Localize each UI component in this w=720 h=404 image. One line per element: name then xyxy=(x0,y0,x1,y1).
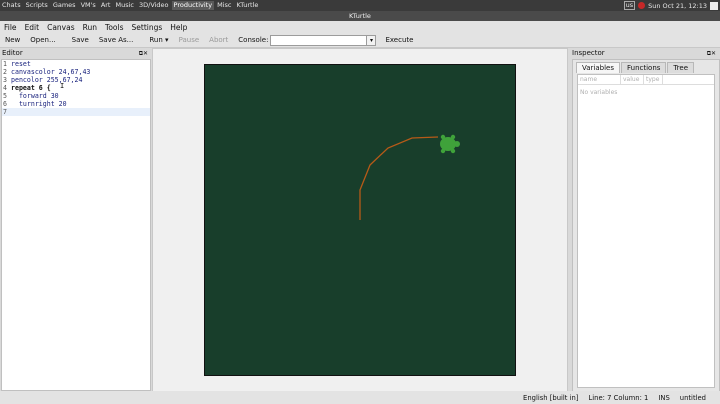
tab-functions[interactable]: Functions xyxy=(621,62,667,73)
new-button[interactable]: New xyxy=(0,36,25,44)
window-close-icon[interactable] xyxy=(710,1,718,10)
status-language[interactable]: English [built in] xyxy=(523,394,578,402)
window-title-bar[interactable]: KTurtle xyxy=(0,11,720,21)
editor-dock-header: Editor ⧉✕ xyxy=(0,48,150,58)
code-text: forward 30 xyxy=(11,92,59,100)
save-button[interactable]: Save xyxy=(67,36,94,44)
menu-help[interactable]: Help xyxy=(166,23,191,32)
code-line: 5 forward 30 xyxy=(2,92,150,100)
pause-button[interactable]: Pause xyxy=(174,36,205,44)
status-position: Line: 7 Column: 1 xyxy=(588,393,649,402)
column-header-type[interactable]: type xyxy=(644,75,663,84)
line-number: 3 xyxy=(3,76,7,84)
save-as-button[interactable]: Save As... xyxy=(94,36,139,44)
run-button[interactable]: Run ▾ xyxy=(144,36,173,44)
code-line: 2 canvascolor 24,67,43 xyxy=(2,68,150,76)
abort-button[interactable]: Abort xyxy=(204,36,233,44)
console-input[interactable] xyxy=(270,34,368,46)
menu-run[interactable]: Run xyxy=(79,23,101,32)
toolbar: New Open... Save Save As... Run ▾ Pause … xyxy=(0,33,720,48)
column-header-value[interactable]: value xyxy=(621,75,644,84)
variables-table[interactable]: name value type No variables xyxy=(577,74,715,388)
canvas-drawing xyxy=(359,134,460,220)
system-menu-bar: Chats Scripts Games VM's Art Music 3D/Vi… xyxy=(0,1,261,10)
menu-edit[interactable]: Edit xyxy=(21,23,44,32)
inspector-tabs: Variables Functions Tree xyxy=(576,62,695,73)
pen-trail xyxy=(359,136,439,220)
code-text: turnright 20 xyxy=(11,100,67,108)
menu-settings[interactable]: Settings xyxy=(128,23,167,32)
column-header-name[interactable]: name xyxy=(578,75,621,84)
sys-menu-art[interactable]: Art xyxy=(99,1,113,10)
open-button[interactable]: Open... xyxy=(25,36,60,44)
sys-menu-scripts[interactable]: Scripts xyxy=(24,1,50,10)
tab-tree[interactable]: Tree xyxy=(667,62,695,73)
dock-controls-icon[interactable]: ⧉✕ xyxy=(139,49,148,59)
code-line: 4 repeat 6 { I xyxy=(2,82,150,92)
tab-variables[interactable]: Variables xyxy=(576,62,620,73)
turtle-canvas[interactable] xyxy=(204,64,516,376)
inspector-panel: Variables Functions Tree name value type… xyxy=(572,59,720,392)
sys-menu-productivity[interactable]: Productivity xyxy=(171,1,215,10)
system-tray: us Sun Oct 21, 12:13 xyxy=(623,0,718,11)
sys-menu-music[interactable]: Music xyxy=(113,1,136,10)
sys-menu-3dvideo[interactable]: 3D/Video xyxy=(137,1,171,10)
line-number: 2 xyxy=(3,68,7,76)
sys-menu-vms[interactable]: VM's xyxy=(79,1,98,10)
empty-state-text: No variables xyxy=(580,89,618,96)
menu-canvas[interactable]: Canvas xyxy=(43,23,79,32)
console-label: Console: xyxy=(238,36,269,44)
editor-title: Editor xyxy=(2,49,23,57)
sys-menu-misc[interactable]: Misc xyxy=(215,1,233,10)
line-number: 6 xyxy=(3,100,7,108)
turtle-icon xyxy=(440,134,460,154)
system-panel: Chats Scripts Games VM's Art Music 3D/Vi… xyxy=(0,0,720,11)
line-number: 4 xyxy=(3,84,7,92)
status-mode[interactable]: INS xyxy=(658,394,669,402)
text-cursor-icon: I xyxy=(60,82,65,90)
run-label: Run xyxy=(149,36,163,44)
line-number: 5 xyxy=(3,92,7,100)
execute-button[interactable]: Execute xyxy=(380,36,418,44)
menu-tools[interactable]: Tools xyxy=(101,23,127,32)
menu-bar: File Edit Canvas Run Tools Settings Help xyxy=(0,21,720,33)
inspector-title: Inspector xyxy=(572,49,605,57)
code-line: 3 pencolor 255,67,24 xyxy=(2,76,150,84)
sys-menu-chats[interactable]: Chats xyxy=(0,1,23,10)
code-text: reset xyxy=(11,60,31,68)
code-editor[interactable]: 1 reset 2 canvascolor 24,67,43 3 pencolor 2… xyxy=(1,59,151,391)
code-line-current: 7 xyxy=(2,108,150,116)
dock-controls-icon[interactable]: ⧉✕ xyxy=(707,49,716,59)
inspector-dock-header: Inspector ⧉✕ xyxy=(570,48,720,58)
taskbar-kturtle[interactable]: KTurtle xyxy=(234,1,260,10)
line-number: 7 xyxy=(3,108,7,116)
keyboard-layout[interactable]: us xyxy=(623,1,636,10)
menu-file[interactable]: File xyxy=(0,23,21,32)
console-dropdown-icon[interactable]: ▾ xyxy=(367,34,377,46)
code-line: 1 reset xyxy=(2,60,150,68)
window-title: KTurtle xyxy=(349,12,371,20)
code-text: pencolor 255,67,24 xyxy=(11,76,83,84)
chevron-down-icon: ▾ xyxy=(165,36,169,44)
sys-menu-games[interactable]: Games xyxy=(51,1,78,10)
code-line: 6 turnright 20 xyxy=(2,100,150,108)
power-icon[interactable] xyxy=(638,2,646,9)
code-text: repeat 6 { xyxy=(11,84,51,92)
status-file: untitled xyxy=(679,393,706,402)
line-number: 1 xyxy=(3,60,7,68)
status-bar: English [built in] Line: 7 Column: 1 INS… xyxy=(0,391,720,404)
clock[interactable]: Sun Oct 21, 12:13 xyxy=(648,2,707,10)
table-header: name value type xyxy=(578,75,714,85)
code-text: canvascolor 24,67,43 xyxy=(11,68,91,76)
